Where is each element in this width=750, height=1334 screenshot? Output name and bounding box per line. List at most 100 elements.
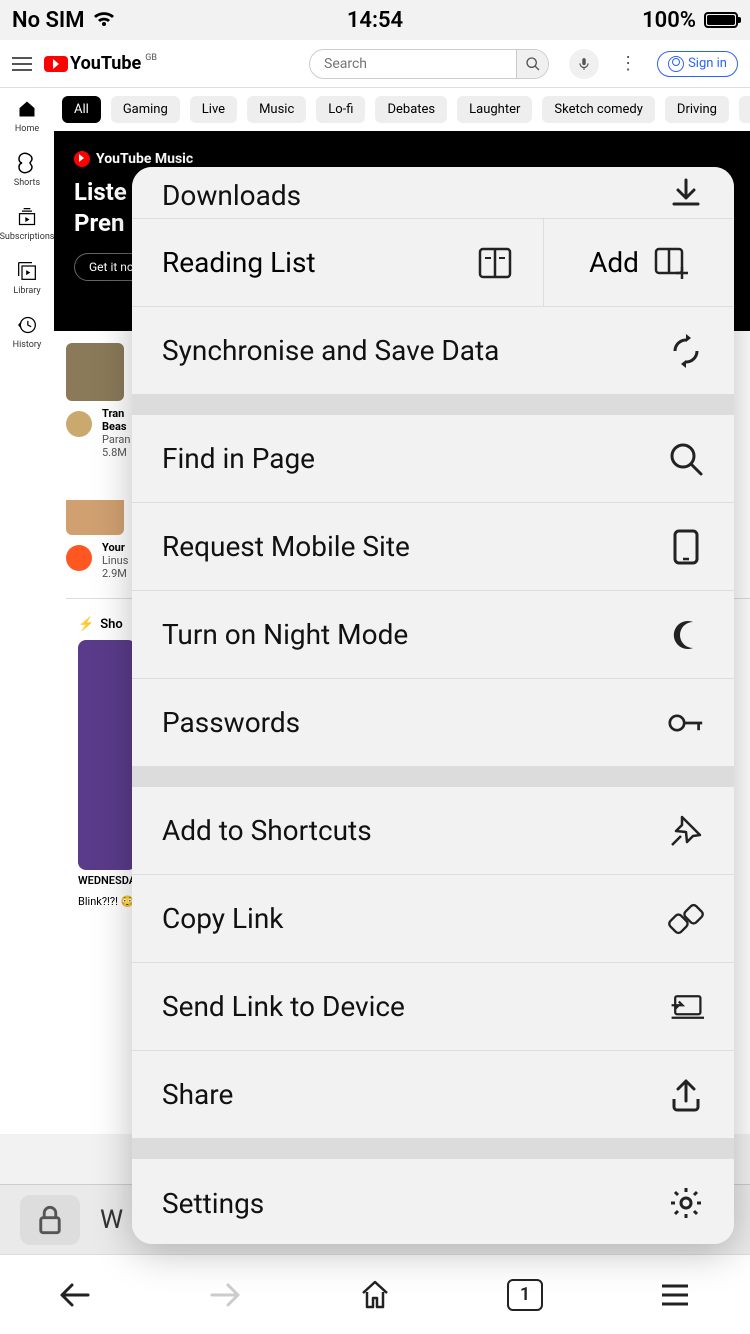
home-icon [16, 98, 38, 120]
chip-row: All Gaming Live Music Lo-fi Debates Laug… [54, 88, 750, 131]
link-icon [668, 901, 704, 937]
video-title: Tran [102, 407, 130, 420]
chip[interactable]: All [62, 96, 101, 123]
sidebar-item-shorts[interactable]: Shorts [14, 152, 40, 188]
menu-label: Copy Link [162, 902, 284, 935]
search-icon [668, 441, 704, 477]
forward-button[interactable] [206, 1276, 244, 1314]
menu-add-shortcut[interactable]: Add to Shortcuts [132, 787, 734, 875]
menu-label: Settings [162, 1187, 264, 1220]
chip[interactable]: Background music [739, 96, 750, 123]
battery-icon [704, 12, 738, 28]
send-device-icon [668, 989, 704, 1025]
kebab-icon[interactable]: ⋮ [611, 53, 645, 74]
sidebar-label: Subscriptions [0, 232, 54, 242]
share-icon [668, 1077, 704, 1113]
add-reading-icon [653, 245, 689, 281]
channel-avatar[interactable] [66, 411, 92, 437]
download-icon [668, 176, 704, 212]
video-views: 5.8M [102, 446, 130, 459]
sidebar-label: History [13, 340, 42, 350]
menu-reading-list[interactable]: Reading List [132, 219, 544, 306]
sync-icon [668, 333, 704, 369]
chip[interactable]: Driving [665, 96, 729, 123]
site-security-button[interactable] [20, 1195, 80, 1245]
search-button[interactable] [516, 50, 548, 78]
menu-send-to-device[interactable]: Send Link to Device [132, 963, 734, 1051]
menu-separator [132, 1139, 734, 1159]
tabs-button[interactable]: 1 [506, 1276, 544, 1314]
menu-sync[interactable]: Synchronise and Save Data [132, 307, 734, 395]
yt-logo[interactable]: YouTube GB [44, 53, 157, 74]
browser-menu-sheet: Downloads Reading List Add [132, 167, 734, 1244]
chip[interactable]: Music [247, 96, 306, 123]
yt-play-icon [44, 56, 68, 72]
menu-label: Add to Shortcuts [162, 814, 372, 847]
video-title: Your [102, 541, 128, 554]
user-icon [668, 56, 684, 72]
yt-logo-text: YouTube [70, 53, 141, 74]
chip[interactable]: Gaming [111, 96, 180, 123]
browser-toolbar: 1 [0, 1254, 750, 1334]
subscriptions-icon [16, 206, 38, 228]
menu-label: Find in Page [162, 442, 315, 475]
chip[interactable]: Debates [375, 96, 447, 123]
yt-sidebar: Home Shorts Subscriptions Library Histor… [0, 88, 54, 1134]
menu-settings[interactable]: Settings [132, 1159, 734, 1244]
sidebar-item-library[interactable]: Library [13, 260, 40, 296]
menu-label: Share [162, 1078, 233, 1111]
moon-icon [668, 617, 704, 653]
menu-request-mobile[interactable]: Request Mobile Site [132, 503, 734, 591]
short-thumb[interactable] [78, 640, 136, 870]
yt-region: GB [145, 53, 157, 63]
signin-button[interactable]: Sign in [657, 51, 738, 77]
menu-passwords[interactable]: Passwords [132, 679, 734, 767]
video-thumb[interactable] [66, 477, 124, 535]
key-icon [668, 705, 704, 741]
chip[interactable]: Laughter [457, 96, 532, 123]
phone-icon [668, 529, 704, 565]
menu-find-in-page[interactable]: Find in Page [132, 415, 734, 503]
sidebar-item-history[interactable]: History [13, 314, 42, 350]
menu-label: Turn on Night Mode [162, 618, 408, 651]
sidebar-label: Library [13, 286, 40, 296]
menu-add-to-reading-list[interactable]: Add [544, 219, 734, 306]
sidebar-item-subs[interactable]: Subscriptions [0, 206, 54, 242]
yt-header: YouTube GB ⋮ Sign in [0, 40, 750, 88]
menu-button[interactable] [656, 1276, 694, 1314]
menu-label: Passwords [162, 706, 300, 739]
add-label: Add [589, 246, 639, 279]
chip[interactable]: Lo-fi [316, 96, 365, 123]
signin-label: Sign in [688, 56, 727, 71]
channel-name: Paran [102, 433, 130, 446]
home-button[interactable] [356, 1276, 394, 1314]
sidebar-item-home[interactable]: Home [15, 98, 39, 134]
menu-copy-link[interactable]: Copy Link [132, 875, 734, 963]
ytmusic-brand: YouTube Music [96, 151, 193, 167]
video-title2: Beas [102, 420, 130, 433]
menu-night-mode[interactable]: Turn on Night Mode [132, 591, 734, 679]
search-box[interactable] [309, 49, 549, 79]
video-views: 2.9M [102, 567, 128, 580]
search-input[interactable] [310, 56, 516, 72]
menu-label: Request Mobile Site [162, 530, 410, 563]
menu-reading-list-row: Reading List Add [132, 219, 734, 307]
banner-line2: Pren [74, 209, 124, 237]
back-button[interactable] [56, 1276, 94, 1314]
menu-share[interactable]: Share [132, 1051, 734, 1139]
pin-icon [668, 813, 704, 849]
mic-button[interactable] [569, 49, 599, 79]
history-icon [16, 314, 38, 336]
chip[interactable]: Live [190, 96, 237, 123]
hamburger-icon[interactable] [12, 57, 32, 71]
channel-avatar[interactable] [66, 545, 92, 571]
chip[interactable]: Sketch comedy [542, 96, 655, 123]
sidebar-label: Shorts [14, 178, 40, 188]
menu-label: Send Link to Device [162, 990, 405, 1023]
menu-separator [132, 395, 734, 415]
shorts-icon [16, 152, 38, 174]
video-thumb[interactable] [66, 343, 124, 401]
status-bar: No SIM 14:54 100% [0, 0, 750, 40]
menu-downloads[interactable]: Downloads [132, 167, 734, 219]
shorts-label: Sho [100, 617, 123, 632]
